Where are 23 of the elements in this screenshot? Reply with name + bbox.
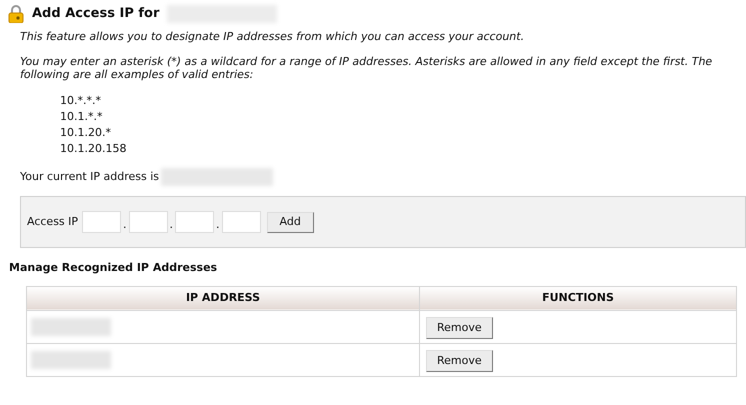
- column-header: FUNCTIONS: [420, 286, 736, 310]
- example-entry: 10.1.*.*: [60, 109, 104, 125]
- access-ip-label: Access IP: [27, 214, 78, 230]
- remove-button[interactable]: Remove: [426, 350, 493, 372]
- ip-octet-field[interactable]: [128, 211, 168, 233]
- current-ip-label: Your current IP address is: [20, 168, 160, 185]
- octet-separator: .: [170, 216, 174, 232]
- remove-button[interactable]: Remove: [426, 317, 493, 340]
- intro-text: This feature allows you to designate IP addresses from which you can access your account.: [19, 30, 526, 43]
- section-title: Manage Recognized IP Addresses: [8, 260, 218, 276]
- octet-separator: .: [123, 216, 127, 232]
- example-entry: 10.*.*.*: [60, 93, 102, 109]
- octet-separator: .: [216, 216, 220, 232]
- example-entry: 10.1.20.158: [60, 141, 128, 157]
- column-header: IP ADDRESS: [26, 286, 420, 310]
- wildcard-note: You may enter an asterisk (*) as a wildcard for a range of IP addresses. Asterisks are allowed in any field except the first. The following are all examples of valid entries:: [19, 55, 714, 81]
- ip-octet-field[interactable]: [175, 211, 214, 233]
- example-entry: 10.1.20.*: [60, 125, 112, 141]
- ip-octet-field[interactable]: [222, 211, 261, 233]
- page-title: Add Access IP for: [32, 5, 160, 24]
- ip-octet-field[interactable]: [82, 211, 122, 233]
- add-button[interactable]: Add: [266, 212, 314, 232]
- padlock-icon: [8, 5, 24, 23]
